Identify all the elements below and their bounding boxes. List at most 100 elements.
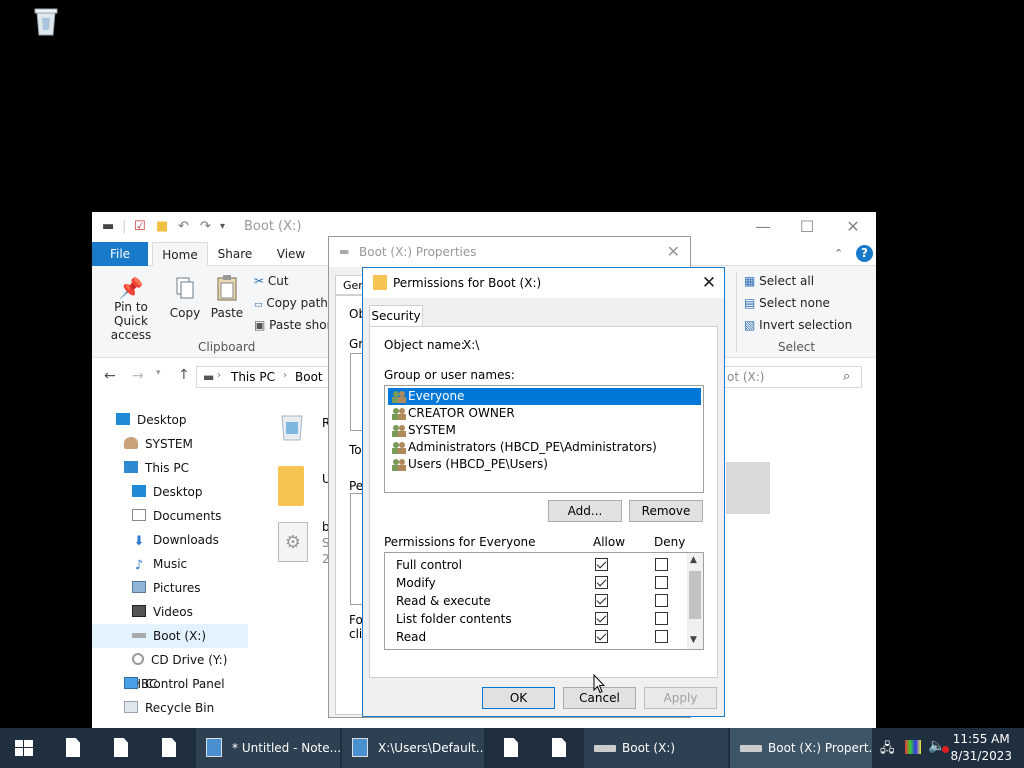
search-input[interactable]: ot (X:) bbox=[727, 370, 765, 384]
close-button[interactable]: ✕ bbox=[694, 268, 724, 298]
invert-selection-button[interactable]: ▧ Invert selection bbox=[744, 318, 852, 332]
select-all-button[interactable]: ▦ Select all bbox=[744, 274, 814, 288]
remove-button[interactable]: Remove bbox=[629, 500, 703, 522]
breadcrumb-boot[interactable]: Boot bbox=[295, 370, 323, 384]
nav-item-control-panel[interactable]: Control Panel bbox=[124, 672, 225, 696]
taskbar-notepad[interactable]: * Untitled - Note... bbox=[196, 728, 340, 768]
desktop-recycle-bin[interactable]: Recycle Bin bbox=[8, 6, 84, 52]
tab-general[interactable]: Gen bbox=[335, 275, 365, 295]
recent-chevron-icon[interactable]: ▾ bbox=[156, 368, 161, 378]
users-icon bbox=[391, 458, 407, 471]
list-item-system[interactable]: SYSTEM bbox=[388, 422, 701, 439]
nav-item-videos[interactable]: Videos bbox=[132, 600, 193, 624]
nav-item-recycle-bin[interactable]: Recycle Bin bbox=[124, 696, 214, 720]
settings-file-icon[interactable]: ⚙ bbox=[278, 522, 308, 562]
nav-item-music[interactable]: ♪ Music bbox=[132, 552, 187, 576]
list-item-creator-owner[interactable]: CREATOR OWNER bbox=[388, 405, 701, 422]
nav-item-this-pc[interactable]: This PC bbox=[124, 456, 189, 480]
forward-arrow-icon[interactable]: → bbox=[132, 368, 144, 384]
scroll-thumb[interactable] bbox=[689, 571, 701, 619]
nav-item-system[interactable]: SYSTEM bbox=[124, 432, 193, 456]
copy-button[interactable]: Copy bbox=[168, 276, 202, 320]
allow-checkbox[interactable] bbox=[595, 630, 608, 643]
nav-item-downloads[interactable]: ⬇ Downloads bbox=[132, 528, 219, 552]
minimize-button[interactable]: — bbox=[740, 216, 786, 238]
paste-shortcut-button[interactable]: ▣ Paste short bbox=[254, 318, 336, 332]
perm-row-read: Read bbox=[385, 628, 687, 646]
nav-item-pictures[interactable]: Pictures bbox=[132, 576, 201, 600]
tab-view[interactable]: View bbox=[268, 242, 314, 266]
add-button[interactable]: Add... bbox=[548, 500, 622, 522]
deny-checkbox[interactable] bbox=[655, 612, 668, 625]
cut-button[interactable]: ✂ Cut bbox=[254, 274, 289, 288]
document-icon bbox=[552, 738, 566, 757]
close-button[interactable]: ✕ bbox=[830, 216, 876, 238]
network-icon[interactable]: 🖧 bbox=[880, 739, 895, 761]
scroll-down-icon[interactable]: ▼ bbox=[690, 635, 697, 645]
taskbar-file-button[interactable] bbox=[98, 728, 144, 768]
permissions-title: Permissions for Boot (X:) bbox=[393, 276, 542, 290]
drive-icon bbox=[594, 745, 616, 752]
system-clock[interactable]: 11:55 AM 8/31/2023 bbox=[950, 731, 1012, 765]
folder-icon[interactable] bbox=[278, 466, 304, 506]
allow-checkbox[interactable] bbox=[595, 576, 608, 589]
user-icon bbox=[124, 437, 138, 449]
tab-share[interactable]: Share bbox=[212, 242, 258, 266]
nav-item-desktop[interactable]: Desktop bbox=[116, 408, 187, 432]
recycle-bin-icon bbox=[124, 701, 138, 713]
pictures-icon bbox=[132, 581, 146, 593]
list-item-everyone[interactable]: Everyone bbox=[388, 388, 701, 405]
deny-checkbox[interactable] bbox=[655, 558, 668, 571]
paste-button[interactable]: Paste bbox=[208, 274, 246, 320]
select-none-button[interactable]: ▤ Select none bbox=[744, 296, 830, 310]
list-item-administrators[interactable]: Administrators (HBCD_PE\Administrators) bbox=[388, 439, 701, 456]
allow-checkbox[interactable] bbox=[595, 558, 608, 571]
group-user-list[interactable]: Everyone CREATOR OWNER SYSTEM Administra… bbox=[384, 385, 704, 493]
deny-checkbox[interactable] bbox=[655, 630, 668, 643]
back-arrow-icon[interactable]: ← bbox=[104, 368, 116, 384]
tab-security[interactable]: Security bbox=[369, 305, 423, 327]
taskbar-file-button[interactable] bbox=[50, 728, 96, 768]
maximize-button[interactable]: ☐ bbox=[784, 216, 830, 238]
list-item-users[interactable]: Users (HBCD_PE\Users) bbox=[388, 456, 701, 473]
ok-button[interactable]: OK bbox=[482, 687, 555, 709]
taskbar-file-button[interactable] bbox=[488, 728, 534, 768]
close-icon[interactable]: ✕ bbox=[667, 242, 680, 261]
copy-path-button[interactable]: ▭ Copy path bbox=[254, 296, 328, 310]
ribbon-expand-icon[interactable]: ⌃ bbox=[834, 247, 843, 260]
display-icon[interactable] bbox=[905, 740, 921, 754]
scroll-up-icon[interactable]: ▲ bbox=[690, 555, 697, 565]
properties-title: Boot (X:) Properties bbox=[359, 245, 477, 259]
help-icon[interactable]: ? bbox=[856, 245, 873, 262]
properties-icon[interactable]: ☑ bbox=[134, 219, 146, 234]
taskbar-file-button[interactable] bbox=[536, 728, 582, 768]
deny-header: Deny bbox=[654, 535, 686, 549]
apply-button[interactable]: Apply bbox=[644, 687, 717, 709]
taskbar-boot-properties[interactable]: Boot (X:) Propert... bbox=[730, 728, 872, 768]
undo-icon[interactable]: ↶ bbox=[178, 219, 189, 234]
customize-qat-icon[interactable]: ▾ bbox=[220, 221, 225, 232]
tab-file[interactable]: File bbox=[92, 242, 148, 266]
deny-checkbox[interactable] bbox=[655, 594, 668, 607]
deny-checkbox[interactable] bbox=[655, 576, 668, 589]
document-icon bbox=[66, 738, 80, 757]
start-button[interactable] bbox=[0, 728, 48, 768]
taskbar-file-button[interactable] bbox=[146, 728, 192, 768]
permissions-scrollbar[interactable]: ▲ ▼ bbox=[687, 553, 703, 649]
pin-to-quick-access-button[interactable]: 📌 Pin to Quick access bbox=[98, 276, 164, 342]
nav-item-cd-drive[interactable]: CD Drive (Y:) HBC bbox=[132, 648, 252, 691]
nav-item-boot[interactable]: Boot (X:) bbox=[132, 624, 206, 648]
tab-home[interactable]: Home bbox=[152, 242, 208, 266]
taskbar-boot-explorer[interactable]: Boot (X:) bbox=[584, 728, 728, 768]
search-icon[interactable]: ⌕ bbox=[843, 369, 850, 384]
redo-icon[interactable]: ↷ bbox=[200, 219, 211, 234]
up-arrow-icon[interactable]: ↑ bbox=[178, 367, 190, 383]
new-folder-icon[interactable]: ■ bbox=[156, 219, 168, 234]
allow-checkbox[interactable] bbox=[595, 594, 608, 607]
nav-item-documents[interactable]: Documents bbox=[132, 504, 221, 528]
recycle-bin-file-icon[interactable] bbox=[276, 410, 308, 442]
nav-item-desktop-pc[interactable]: Desktop bbox=[132, 480, 203, 504]
taskbar-users-default[interactable]: X:\Users\Default... bbox=[342, 728, 484, 768]
allow-checkbox[interactable] bbox=[595, 612, 608, 625]
breadcrumb-this-pc[interactable]: This PC bbox=[231, 370, 275, 384]
